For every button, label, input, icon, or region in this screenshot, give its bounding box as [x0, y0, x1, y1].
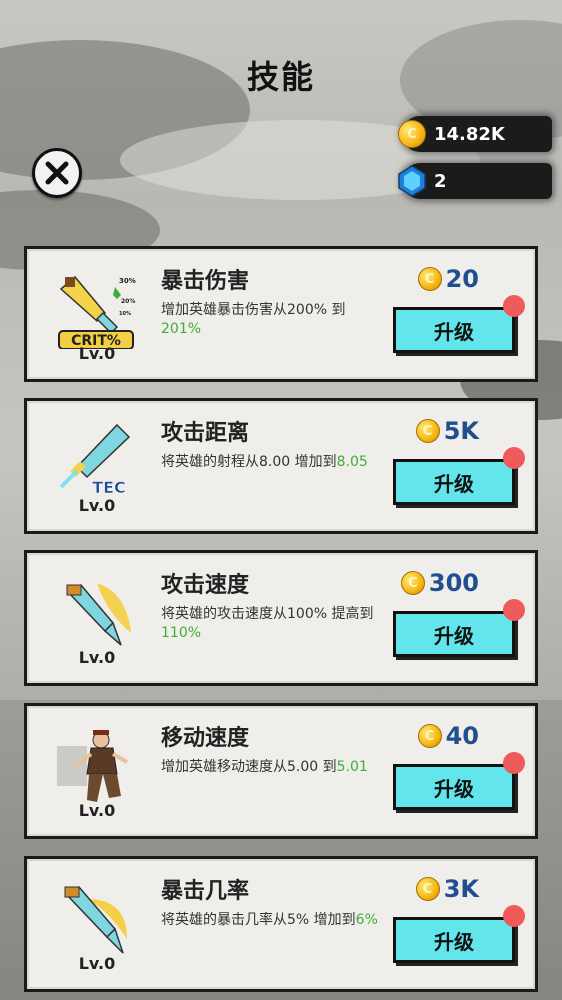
skill-card-attack-speed: Lv.0 攻击速度 将英雄的攻击速度从100% 提高到110% C 300 升级 — [24, 550, 538, 686]
gem-balance: 2 — [398, 163, 552, 199]
skill-name: 攻击速度 — [161, 573, 250, 598]
svg-text:10%: 10% — [119, 311, 131, 317]
skill-name: 暴击几率 — [161, 879, 250, 904]
svg-text:TEC: TEC — [92, 478, 126, 497]
skill-level: Lv.0 — [78, 801, 116, 820]
skill-price: C 5K — [415, 417, 479, 445]
coin-icon: C — [415, 877, 440, 901]
crit-chance-sword-icon — [57, 879, 137, 959]
svg-text:30%: 30% — [119, 277, 136, 285]
skill-price: C 300 — [400, 569, 479, 597]
skill-description: 增加英雄暴击伤害从200% 到201% — [161, 302, 346, 337]
skill-description: 增加英雄移动速度从5.00 到5.01 — [161, 759, 368, 775]
skill-price: C 40 — [417, 722, 479, 750]
notification-dot — [503, 599, 525, 621]
notification-dot — [503, 295, 525, 317]
running-hero-icon — [57, 726, 137, 806]
skill-card-crit-damage: CRIT% 30% 20% 10% Lv.0 暴击伤害 增加英雄暴击伤害从200… — [24, 246, 538, 382]
svg-text:20%: 20% — [121, 298, 135, 305]
coin-amount: 14.82K — [434, 123, 505, 145]
upgrade-button[interactable]: 升级 — [393, 459, 515, 505]
skill-card-crit-chance: Lv.0 暴击几率 将英雄的暴击几率从5% 增加到6% C 3K 升级 — [24, 856, 538, 992]
coin-icon: C — [398, 120, 426, 148]
notification-dot — [503, 752, 525, 774]
close-button[interactable] — [32, 148, 82, 198]
crit-sword-icon: CRIT% 30% 20% 10% — [57, 269, 137, 350]
skill-name: 攻击距离 — [161, 421, 250, 446]
notification-dot — [503, 447, 525, 469]
upgrade-button[interactable]: 升级 — [393, 917, 515, 963]
coin-icon: C — [400, 571, 425, 595]
skill-name: 移动速度 — [161, 726, 250, 751]
skill-level: Lv.0 — [78, 344, 116, 363]
skill-price: C 3K — [415, 875, 479, 903]
skill-description: 将英雄的暴击几率从5% 增加到6% — [161, 912, 378, 928]
skill-level: Lv.0 — [78, 648, 116, 667]
skill-price: C 20 — [417, 265, 479, 293]
upgrade-button[interactable]: 升级 — [393, 611, 515, 657]
tec-sword-icon: TEC — [57, 421, 137, 501]
speed-sword-icon — [57, 573, 137, 653]
skill-description: 将英雄的射程从8.00 增加到8.05 — [161, 454, 368, 470]
skill-card-attack-range: TEC Lv.0 攻击距离 将英雄的射程从8.00 增加到8.05 C 5K 升… — [24, 398, 538, 534]
upgrade-button[interactable]: 升级 — [393, 764, 515, 810]
coin-icon: C — [415, 419, 440, 443]
notification-dot — [503, 905, 525, 927]
skill-card-move-speed: Lv.0 移动速度 增加英雄移动速度从5.00 到5.01 C 40 升级 — [24, 703, 538, 839]
close-icon — [45, 161, 69, 185]
skill-name: 暴击伤害 — [161, 269, 250, 294]
gem-amount: 2 — [434, 170, 447, 192]
coin-icon: C — [417, 267, 442, 291]
skill-level: Lv.0 — [78, 496, 116, 515]
skill-description: 将英雄的攻击速度从100% 提高到110% — [161, 606, 374, 641]
skill-level: Lv.0 — [78, 954, 116, 973]
coin-balance: C 14.82K — [398, 116, 552, 152]
page-title: 技能 — [246, 58, 315, 96]
gem-icon — [398, 165, 426, 197]
upgrade-button[interactable]: 升级 — [393, 307, 515, 353]
coin-icon: C — [417, 724, 442, 748]
